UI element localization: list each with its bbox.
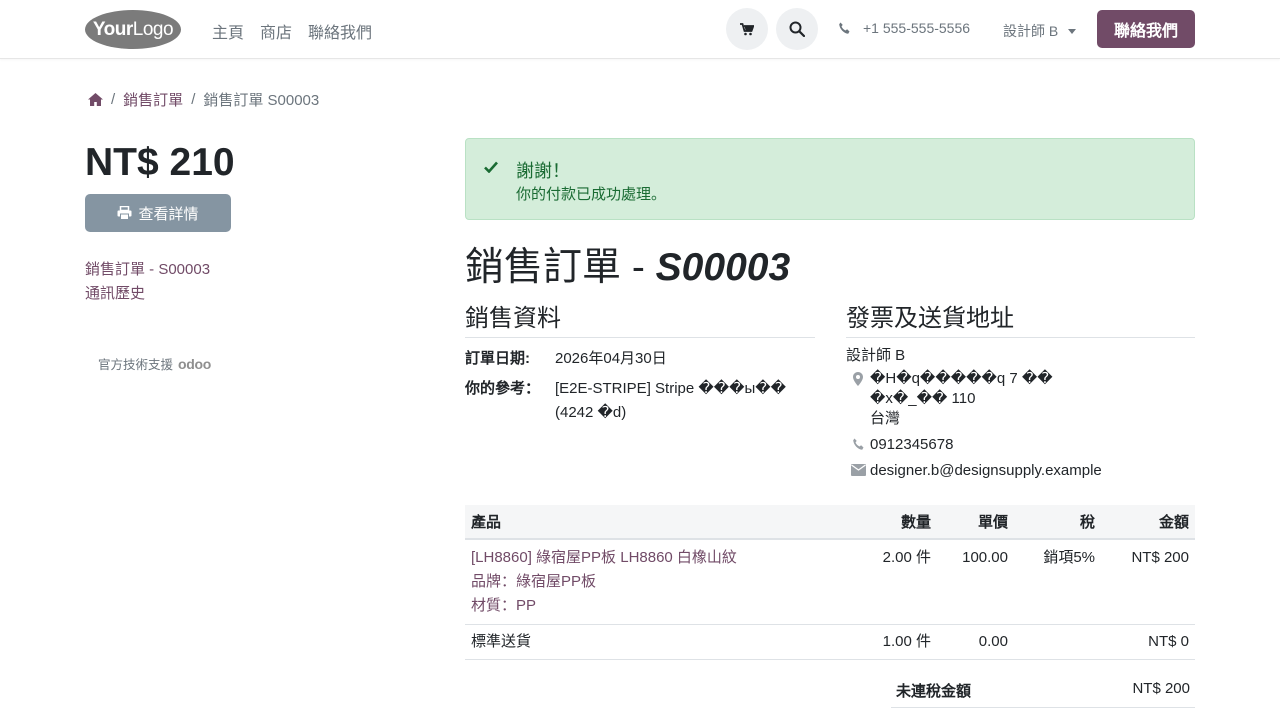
user-name: 設計師 B: [1003, 23, 1059, 39]
alert-title: 謝謝！: [516, 161, 570, 181]
odoo-logo[interactable]: odoo: [178, 356, 211, 372]
col-product: 產品: [465, 505, 855, 540]
line-tax: 銷項5%: [1014, 539, 1101, 625]
contact-us-button[interactable]: 聯絡我們: [1097, 10, 1195, 48]
check-icon: [484, 161, 498, 173]
reference-label: 你的參考：: [465, 380, 541, 397]
reference-row: 你的參考： [E2E-STRIPE] Stripe ���ы�� (4242 �…: [465, 377, 805, 425]
search-button[interactable]: [776, 8, 818, 50]
address-street1: �H�q�����q 7 ��: [870, 370, 1053, 387]
order-date-label: 訂單日期:: [465, 350, 530, 367]
line-quantity: 2.00 件: [855, 539, 937, 625]
reference-value: [E2E-STRIPE] Stripe ���ы�� (4242 �d): [555, 380, 787, 421]
col-tax: 稅: [1014, 505, 1101, 540]
nav-shop[interactable]: 商店: [260, 19, 292, 43]
product-material: 材質：PP: [471, 597, 537, 614]
logo-text-bold: Your: [92, 18, 133, 40]
address-street2: �x�_�� 110: [870, 390, 976, 407]
payment-success-alert: 謝謝！ 你的付款已成功處理。: [465, 138, 1195, 220]
print-icon: [117, 206, 132, 220]
breadcrumb: / 銷售訂單 / 銷售訂單 S00003: [88, 89, 319, 110]
line-quantity: 1.00 件: [855, 624, 937, 660]
powered-by: 官方技術支援 odoo: [98, 354, 211, 373]
address-country: 台灣: [870, 410, 901, 427]
line-amount: NT$ 0: [1101, 624, 1195, 660]
breadcrumb-separator: /: [111, 91, 116, 108]
header-phone[interactable]: +1 555-555-5556: [838, 20, 970, 36]
title-prefix: 銷售訂單 -: [465, 246, 656, 289]
line-unit-price: 100.00: [937, 539, 1014, 625]
sales-info-heading: 銷售資料: [465, 298, 815, 338]
cart-icon: [740, 22, 754, 35]
logo-text: Logo: [132, 18, 174, 40]
col-quantity: 數量: [855, 505, 937, 540]
phone-icon: [852, 438, 863, 450]
table-header-row: 產品 數量 單價 稅 金額: [465, 505, 1195, 540]
view-details-button[interactable]: 查看詳情: [85, 194, 231, 232]
order-number: S00003: [655, 246, 791, 289]
sidebar-links: 銷售訂單 - S00003 通訊歷史: [85, 258, 210, 306]
chevron-down-icon: [1068, 28, 1077, 34]
table-row: [LH8860] 綠宿屋PP板 LH8860 白橡山紋 品牌：綠宿屋PP板 材質…: [465, 539, 1195, 625]
phone-icon: [839, 22, 850, 34]
address-location: �H�q�����q 7 �� �x�_�� 110 台灣: [846, 369, 1102, 429]
breadcrumb-separator: /: [191, 91, 196, 108]
address-heading: 發票及送貨地址: [846, 298, 1195, 338]
line-tax: [1014, 624, 1101, 660]
order-date-row: 訂單日期: 2026年04月30日: [465, 347, 805, 371]
logo[interactable]: Your Logo: [85, 10, 181, 49]
order-date-value: 2026年04月30日: [555, 350, 667, 367]
untaxed-label: 未連稅金額: [896, 683, 972, 700]
powered-by-label: 官方技術支援: [98, 358, 174, 372]
product-link[interactable]: [LH8860] 綠宿屋PP板 LH8860 白橡山紋: [471, 546, 849, 570]
sales-info: 訂單日期: 2026年04月30日 你的參考： [E2E-STRIPE] Str…: [465, 347, 805, 431]
map-marker-icon: [853, 372, 863, 386]
address-phone: 0912345678: [846, 435, 1102, 455]
line-unit-price: 0.00: [937, 624, 1014, 660]
order-lines-table: 產品 數量 單價 稅 金額 [LH8860] 綠宿屋PP板 LH8860 白橡山…: [465, 505, 1195, 660]
untaxed-value: NT$ 200: [1132, 680, 1190, 697]
sidebar-link-order[interactable]: 銷售訂單 - S00003: [85, 258, 210, 282]
shipping-line: 標準送貨: [465, 624, 855, 660]
breadcrumb-sales-orders[interactable]: 銷售訂單: [123, 89, 183, 110]
main-nav: 主頁 商店 聯絡我們: [212, 19, 372, 43]
sidebar-link-history[interactable]: 通訊歷史: [85, 282, 210, 306]
address-email: designer.b@designsupply.example: [846, 461, 1102, 481]
nav-home[interactable]: 主頁: [212, 19, 244, 43]
order-total-amount: NT$ 210: [85, 141, 235, 184]
user-menu[interactable]: 設計師 B: [1003, 21, 1077, 41]
envelope-icon: [850, 464, 866, 476]
address-phone-value: 0912345678: [870, 436, 954, 453]
address-block: 設計師 B �H�q�����q 7 �� �x�_�� 110 台灣 0912…: [846, 344, 1102, 487]
breadcrumb-current: 銷售訂單 S00003: [203, 92, 320, 109]
col-amount: 金額: [1101, 505, 1195, 540]
search-icon: [789, 21, 805, 37]
nav-contact[interactable]: 聯絡我們: [308, 19, 372, 43]
cart-button[interactable]: [726, 8, 768, 50]
address-email-value: designer.b@designsupply.example: [870, 462, 1102, 479]
col-unit-price: 單價: [937, 505, 1014, 540]
alert-message: 你的付款已成功處理。: [516, 186, 667, 203]
page-title: 銷售訂單 - S00003: [465, 236, 790, 292]
view-details-label: 查看詳情: [138, 205, 199, 223]
home-icon[interactable]: [88, 93, 103, 106]
phone-number: +1 555-555-5556: [863, 20, 971, 36]
address-name: 設計師 B: [846, 347, 906, 364]
line-amount: NT$ 200: [1101, 539, 1195, 625]
top-navbar: Your Logo 主頁 商店 聯絡我們 +1 555-555-5556 設計師 …: [0, 0, 1280, 59]
order-totals: 未連稅金額 NT$ 200: [891, 674, 1195, 708]
untaxed-total-row: 未連稅金額 NT$ 200: [891, 674, 1195, 708]
product-brand: 品牌：綠宿屋PP板: [471, 573, 597, 590]
table-row: 標準送貨 1.00 件 0.00 NT$ 0: [465, 624, 1195, 660]
